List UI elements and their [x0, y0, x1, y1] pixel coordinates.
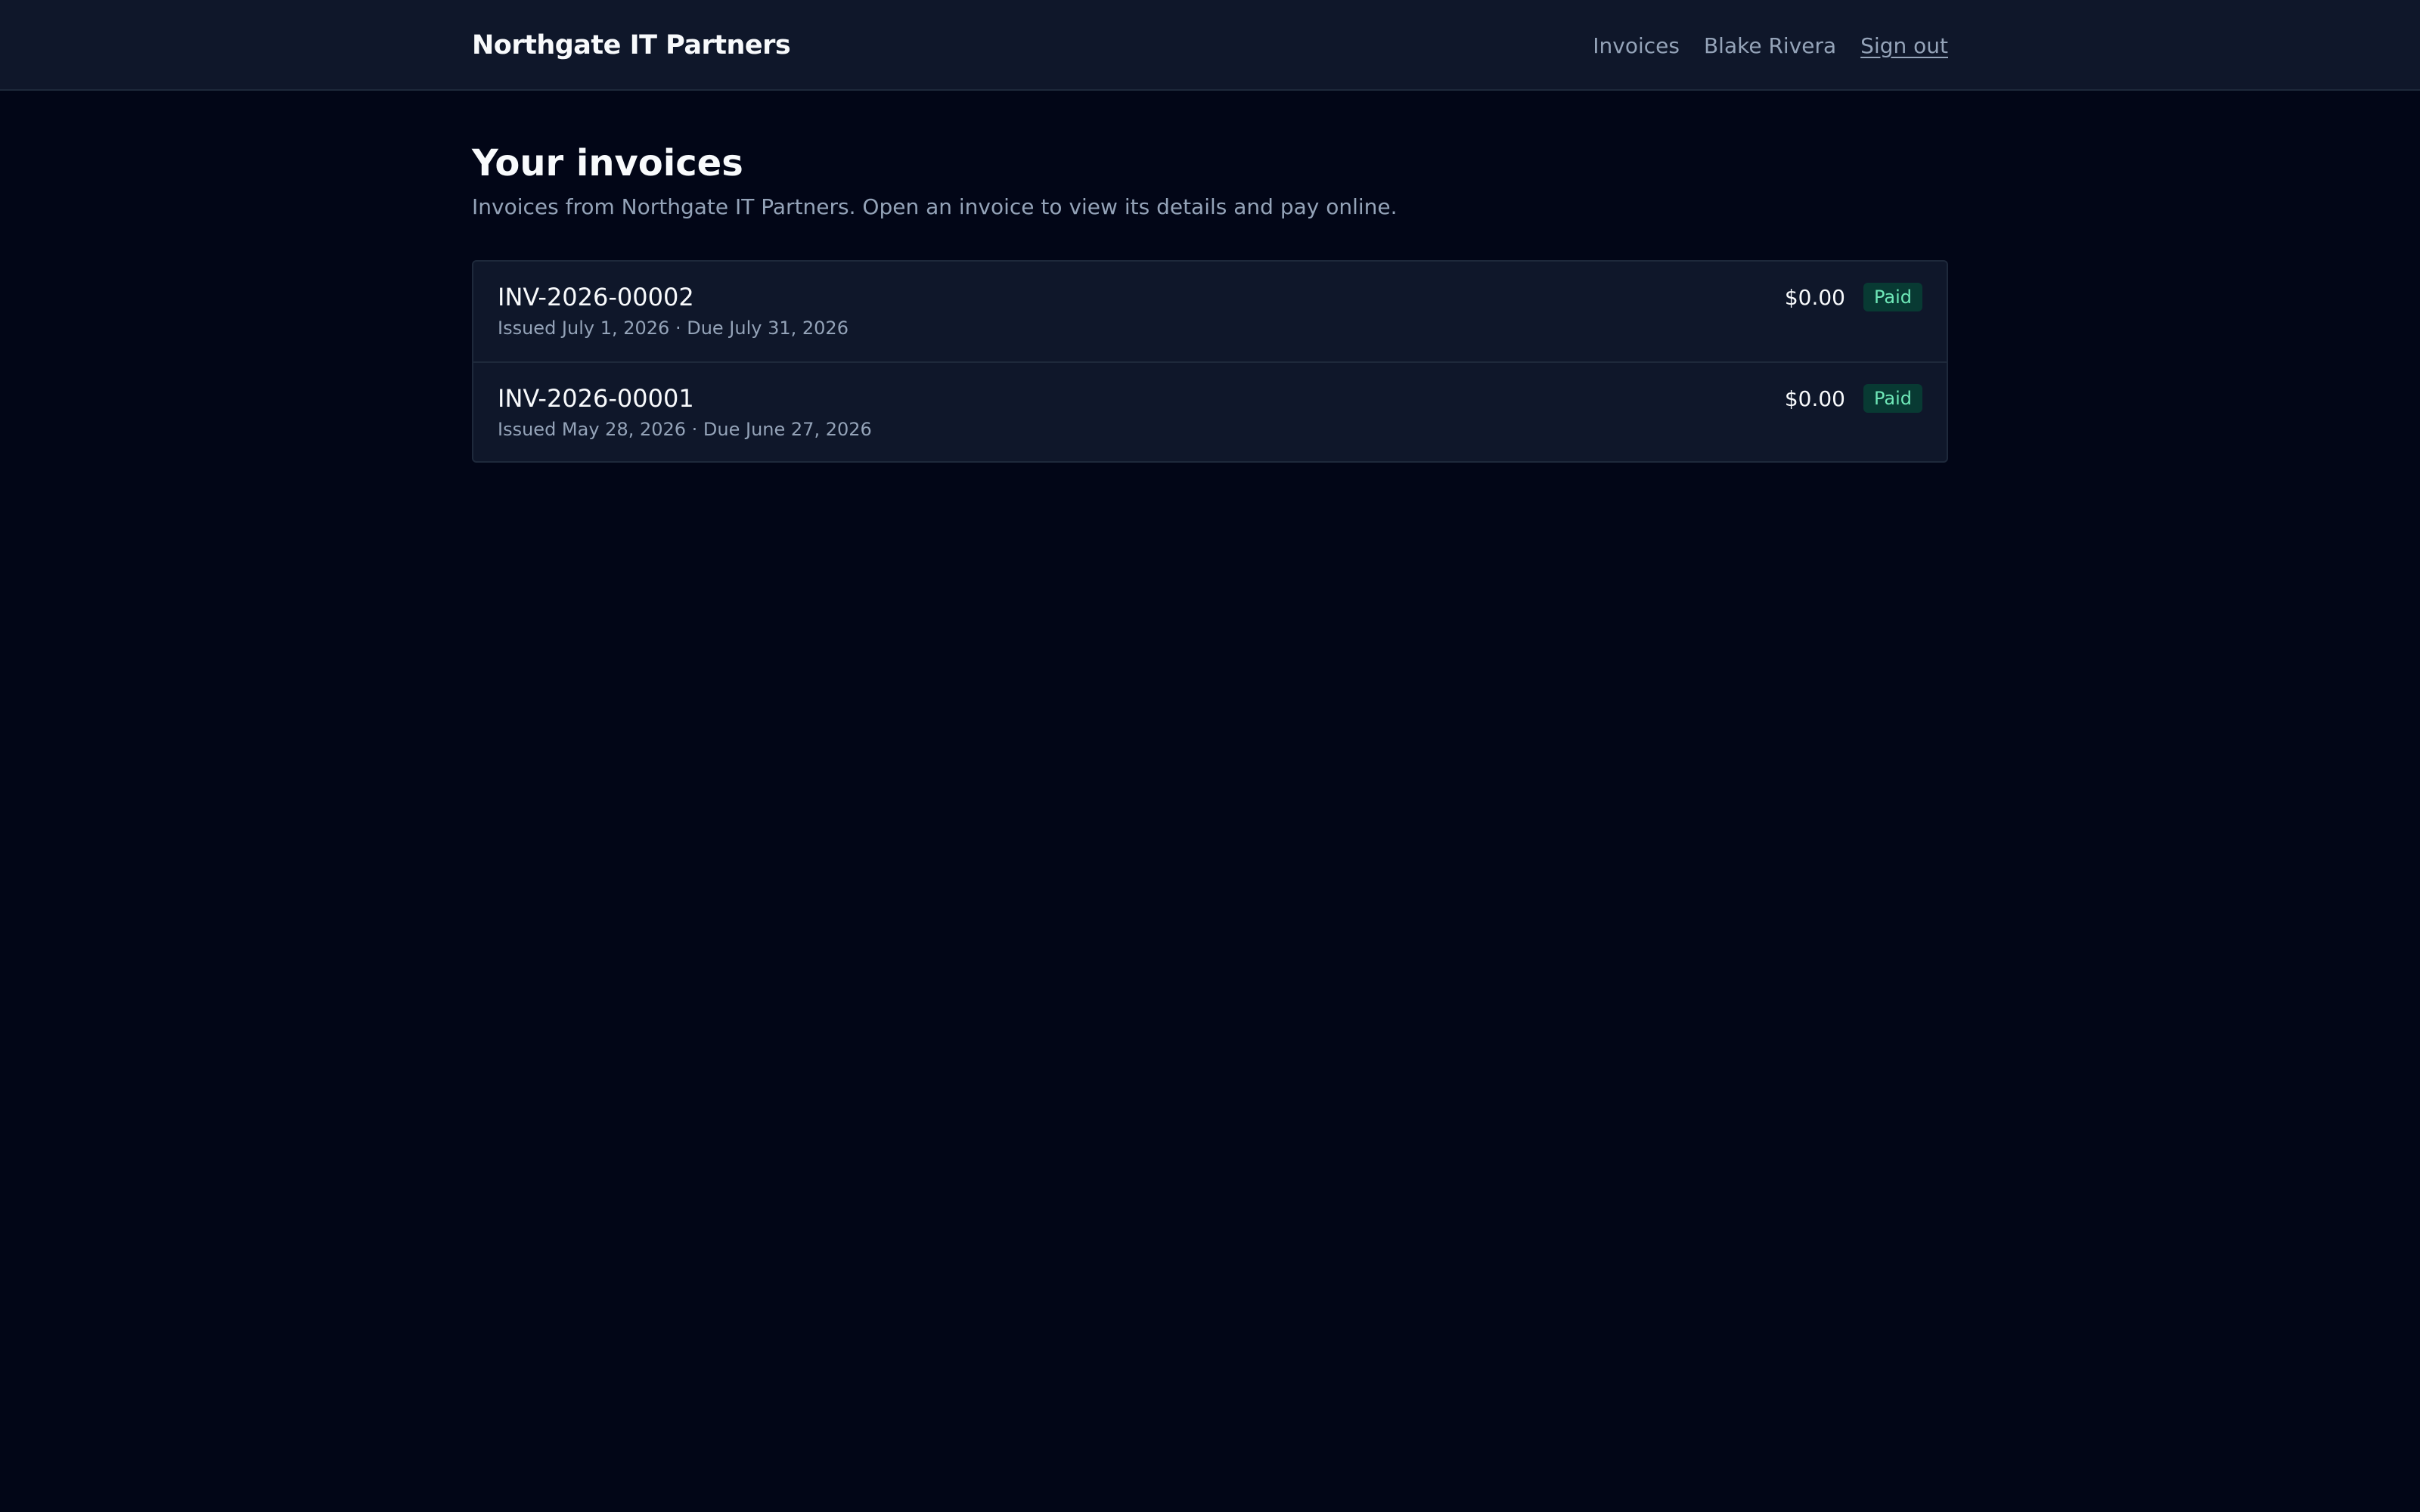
invoice-row[interactable]: INV-2026-00002 Issued July 1, 2026 · Due… — [473, 262, 1947, 361]
header-content: Northgate IT Partners Invoices Blake Riv… — [472, 0, 1948, 91]
sign-out-link[interactable]: Sign out — [1860, 33, 1948, 58]
header-nav: Invoices Blake Rivera Sign out — [1593, 33, 1948, 58]
invoice-dates: Issued May 28, 2026 · Due June 27, 2026 — [498, 419, 872, 440]
nav-invoices-link[interactable]: Invoices — [1593, 33, 1680, 58]
invoice-info: INV-2026-00002 Issued July 1, 2026 · Due… — [498, 281, 849, 340]
status-badge: Paid — [1863, 283, 1922, 311]
user-name: Blake Rivera — [1703, 33, 1837, 58]
invoice-amount: $0.00 — [1784, 386, 1845, 411]
invoice-number: INV-2026-00002 — [498, 283, 694, 311]
top-header: Northgate IT Partners Invoices Blake Riv… — [0, 0, 2420, 91]
invoice-dates: Issued July 1, 2026 · Due July 31, 2026 — [498, 318, 849, 339]
invoice-number: INV-2026-00001 — [498, 384, 694, 413]
invoice-list: INV-2026-00002 Issued July 1, 2026 · Due… — [472, 260, 1948, 463]
brand-name[interactable]: Northgate IT Partners — [472, 30, 791, 60]
status-badge: Paid — [1863, 384, 1922, 413]
invoice-amount: $0.00 — [1784, 284, 1845, 310]
invoice-summary: $0.00 Paid — [1785, 384, 1922, 413]
page-subtitle: Invoices from Northgate IT Partners. Ope… — [472, 194, 1398, 219]
invoice-summary: $0.00 Paid — [1785, 283, 1922, 311]
invoice-row[interactable]: INV-2026-00001 Issued May 28, 2026 · Due… — [473, 361, 1947, 461]
page-title: Your invoices — [472, 142, 743, 184]
main-content: Your invoices Invoices from Northgate IT… — [472, 139, 1948, 463]
invoice-info: INV-2026-00001 Issued May 28, 2026 · Due… — [498, 383, 872, 442]
